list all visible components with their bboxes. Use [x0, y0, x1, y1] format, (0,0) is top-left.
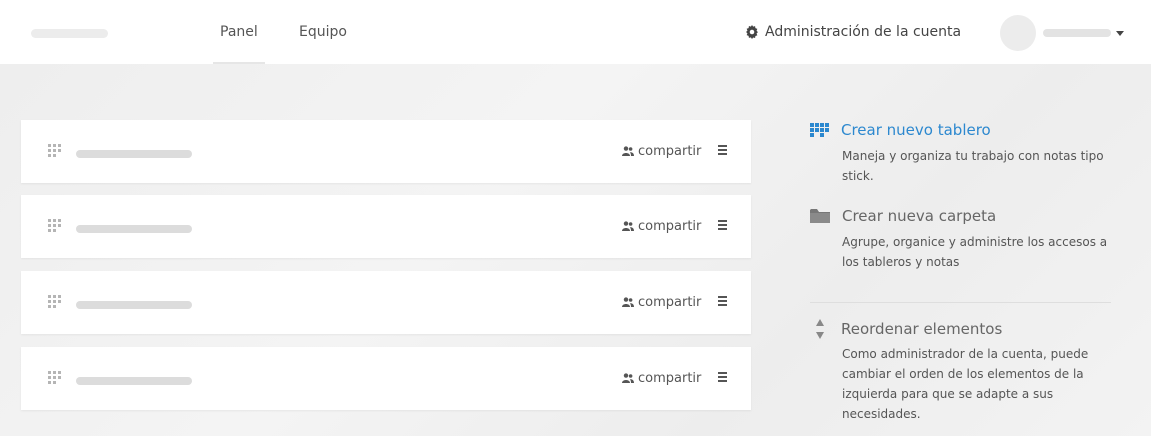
reorder-button[interactable]: Reordenar elementos	[810, 319, 1120, 339]
logo[interactable]	[31, 29, 108, 38]
share-label: compartir	[638, 370, 702, 386]
create-board-description: Maneja y organiza tu trabajo con notas t…	[842, 149, 1104, 183]
hamburger-icon[interactable]	[718, 296, 728, 306]
create-board-title: Crear nuevo tablero	[841, 121, 991, 139]
board-card[interactable]: compartir	[21, 195, 751, 258]
create-folder-description: Agrupe, organice y administre los acceso…	[842, 235, 1108, 269]
hamburger-icon[interactable]	[718, 145, 728, 155]
tab-panel[interactable]: Panel	[213, 0, 265, 64]
share-button[interactable]: compartir	[622, 142, 701, 160]
grip-icon[interactable]	[48, 219, 62, 233]
share-button[interactable]: compartir	[622, 217, 701, 235]
create-folder-action: Crear nueva carpeta Agrupe, organice y a…	[810, 207, 1120, 272]
tab-panel-label: Panel	[220, 24, 258, 40]
gear-icon	[746, 25, 758, 39]
users-icon	[622, 297, 634, 307]
board-card[interactable]: compartir	[21, 347, 751, 410]
share-button[interactable]: compartir	[622, 369, 701, 387]
tab-equipo-label: Equipo	[299, 24, 347, 40]
share-button[interactable]: compartir	[622, 293, 701, 311]
user-menu[interactable]	[1000, 15, 1124, 51]
board-icon	[810, 123, 829, 137]
board-title[interactable]	[76, 377, 192, 385]
account-admin-link[interactable]: Administración de la cuenta	[745, 0, 961, 64]
create-board-action: Crear nuevo tablero Maneja y organiza tu…	[810, 121, 1120, 186]
reorder-action: Reordenar elementos Como administrador d…	[810, 319, 1120, 424]
sort-arrows-icon	[816, 319, 824, 339]
avatar	[1000, 15, 1036, 51]
folder-icon	[810, 209, 830, 223]
users-icon	[622, 373, 634, 383]
hamburger-icon[interactable]	[718, 372, 728, 382]
board-title[interactable]	[76, 301, 192, 309]
create-board-button[interactable]: Crear nuevo tablero	[810, 121, 1120, 139]
users-icon	[622, 146, 634, 156]
tab-equipo[interactable]: Equipo	[299, 0, 347, 64]
username	[1043, 29, 1111, 37]
share-label: compartir	[638, 294, 702, 310]
board-card[interactable]: compartir	[21, 120, 751, 183]
users-icon	[622, 221, 634, 231]
top-navigation-bar: Panel Equipo Administración de la cuenta	[0, 0, 1151, 64]
reorder-title: Reordenar elementos	[841, 320, 1003, 338]
board-title[interactable]	[76, 225, 192, 233]
board-card[interactable]: compartir	[21, 271, 751, 334]
create-folder-button[interactable]: Crear nueva carpeta	[810, 207, 1120, 225]
caret-down-icon	[1116, 30, 1124, 36]
grip-icon[interactable]	[48, 295, 62, 309]
sidebar-divider	[810, 302, 1111, 303]
grip-icon[interactable]	[48, 371, 62, 385]
share-label: compartir	[638, 218, 702, 234]
create-folder-title: Crear nueva carpeta	[842, 207, 997, 225]
account-admin-label: Administración de la cuenta	[765, 24, 962, 40]
board-title[interactable]	[76, 150, 192, 158]
share-label: compartir	[638, 143, 702, 159]
reorder-description: Como administrador de la cuenta, puede c…	[842, 347, 1089, 421]
hamburger-icon[interactable]	[718, 220, 728, 230]
grip-icon[interactable]	[48, 144, 62, 158]
